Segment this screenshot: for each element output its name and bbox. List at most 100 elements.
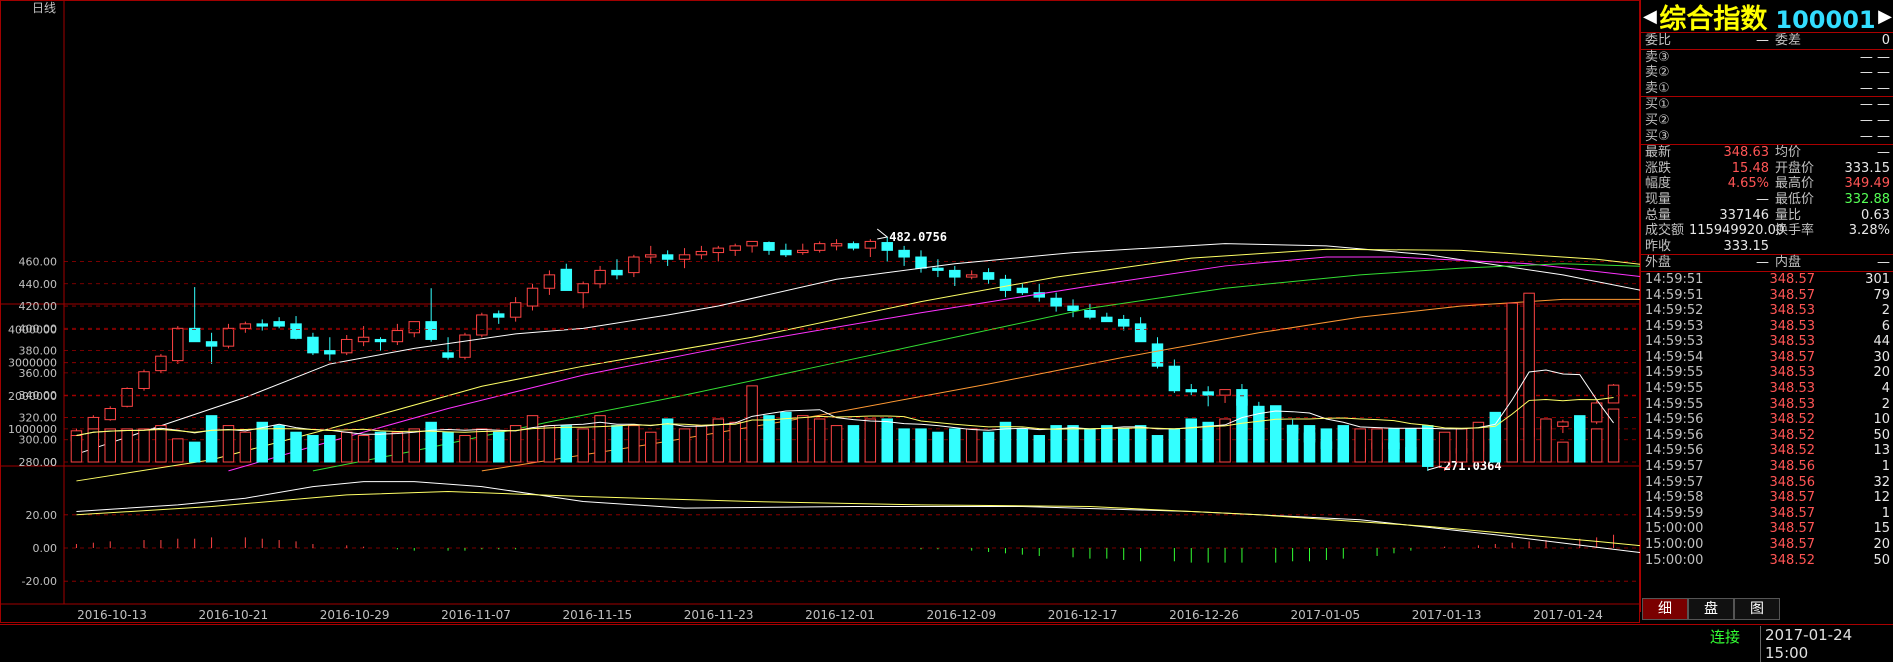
stat-label: 昨收 (1645, 238, 1672, 254)
datetime-display: 2017-01-24 15:00 (1760, 626, 1893, 662)
stat-row: 昨收 333.15 (1641, 239, 1893, 256)
tick-volume: 1 (1881, 459, 1890, 475)
order-value-2: — — (1859, 65, 1890, 81)
tick-price: 348.57 (1769, 521, 1816, 537)
tick-volume: 15 (1873, 521, 1890, 537)
next-stock-icon[interactable]: ▶ (1878, 6, 1892, 27)
date-tick-label: 2016-10-21 (198, 608, 268, 622)
tab-book[interactable]: 盘 (1688, 598, 1734, 620)
date-tick-label: 2016-12-17 (1048, 608, 1118, 622)
volume-bar (813, 418, 826, 463)
volume-tick-label: 1000000 (8, 423, 57, 436)
candle-body (1422, 461, 1434, 467)
volume-ma-line (76, 369, 1614, 437)
tick-price: 348.53 (1769, 334, 1816, 350)
volume-bar (1607, 408, 1620, 463)
candle-body (611, 269, 623, 276)
volume-bar (763, 415, 775, 463)
candle-body (898, 249, 910, 258)
tick-time: 15:00:00 (1645, 537, 1704, 552)
tick-price: 348.57 (1769, 287, 1816, 303)
candle-body (678, 254, 691, 260)
candle-body (205, 341, 218, 347)
order-label: 买③ (1645, 128, 1670, 144)
tick-time: 14:59:54 (1645, 349, 1704, 365)
inner-value: — (1877, 255, 1890, 271)
tick-row: 14:59:59 348.57 1 (1641, 506, 1893, 522)
volume-bar (1388, 428, 1400, 463)
candle-body (1557, 421, 1569, 427)
macd-dea-line (76, 491, 1640, 547)
connection-status[interactable]: 连接 (1710, 626, 1740, 647)
tick-price: 348.57 (1769, 505, 1816, 521)
volume-bar (155, 425, 167, 463)
volume-bar (1269, 405, 1282, 463)
prev-stock-icon[interactable]: ◀ (1643, 6, 1657, 27)
stat-label-2: 开盘价 (1775, 160, 1815, 176)
tick-row: 14:59:57 348.56 32 (1641, 475, 1893, 491)
candle-body (746, 240, 758, 247)
stat-value: 333.15 (1723, 238, 1770, 254)
volume-bar (1151, 435, 1164, 463)
tick-volume: 301 (1865, 271, 1890, 287)
tick-row: 14:59:53 348.53 44 (1641, 334, 1893, 350)
candle-body (509, 302, 522, 318)
volume-bar (898, 428, 910, 463)
macd-dif-line (76, 481, 1640, 553)
tick-time: 14:59:56 (1645, 443, 1704, 459)
tick-volume: 50 (1873, 427, 1890, 443)
volume-bar (577, 428, 589, 463)
stat-row: 最新 348.63 均价 — (1641, 145, 1893, 161)
tick-time: 14:59:51 (1645, 271, 1704, 287)
volume-bar (425, 421, 437, 463)
quote-panel: ◀ 综合指数 100001 ▶ 委比 — 委差 0 卖③ — — 卖② — — 卖① — — 买① — … (1640, 0, 1893, 612)
order-value: — (1756, 33, 1769, 48)
quote-header: ◀ 综合指数 100001 ▶ (1641, 0, 1893, 35)
tab-detail[interactable]: 细 (1642, 598, 1688, 620)
candle-body (172, 327, 184, 362)
stat-label-2: 最高价 (1775, 176, 1815, 192)
tick-row: 14:59:51 348.57 301 (1641, 272, 1893, 288)
order-label-2 (1769, 129, 1827, 145)
volume-bar (560, 425, 573, 463)
volume-ma-line (76, 396, 1614, 437)
volume-bar (104, 428, 116, 463)
price-tick-label: 420.00 (19, 300, 58, 313)
stat-value: — (1756, 191, 1769, 207)
stat-value-2: — (1877, 145, 1890, 161)
order-book: 委比 — 委差 0 卖③ — — 卖② — — 卖① — — 买① — — 买② — — 买③ — — (1641, 33, 1893, 146)
tick-row: 14:59:58 348.57 12 (1641, 490, 1893, 506)
tick-volume: 32 (1873, 474, 1890, 490)
tick-volume: 30 (1873, 349, 1890, 365)
volume-bar (780, 411, 792, 463)
price-tick-label: 440.00 (19, 278, 58, 291)
candle-body (307, 336, 319, 354)
candle-body (965, 274, 978, 278)
order-label-2 (1769, 50, 1827, 66)
order-label: 买① (1645, 97, 1670, 113)
order-label: 卖② (1645, 65, 1670, 81)
order-row: 卖① — — (1641, 81, 1893, 98)
tick-price: 348.53 (1769, 396, 1816, 412)
candle-body (340, 338, 353, 354)
tick-price: 348.53 (1769, 318, 1816, 334)
candle-body (1168, 365, 1181, 392)
tick-time: 14:59:55 (1645, 381, 1704, 397)
stat-label: 最新 (1645, 145, 1672, 161)
candle-body (1219, 389, 1231, 396)
volume-bar (847, 425, 860, 463)
stat-value-2: 333.15 (1844, 160, 1891, 176)
order-label: 委比 (1645, 33, 1672, 48)
kline-chart-area[interactable]: 日线460.00440.00420.00400.00380.00360.0034… (0, 0, 1640, 624)
tick-price: 348.52 (1769, 443, 1816, 459)
candle-body (459, 334, 471, 358)
stat-row: 涨跌 15.48 开盘价 333.15 (1641, 161, 1893, 177)
stat-row: 成交额 115949920.00 换手率 3.28% (1641, 223, 1893, 239)
tab-chart[interactable]: 图 (1734, 598, 1780, 620)
tick-volume: 4 (1881, 381, 1890, 397)
tick-list[interactable]: 14:59:51 348.57 301 14:59:51 348.57 79 14:59:5… (1641, 272, 1893, 568)
index-name: 综合指数 (1659, 3, 1768, 35)
order-value (1689, 129, 1769, 145)
volume-bar (1590, 428, 1603, 463)
volume-bar (982, 431, 995, 463)
